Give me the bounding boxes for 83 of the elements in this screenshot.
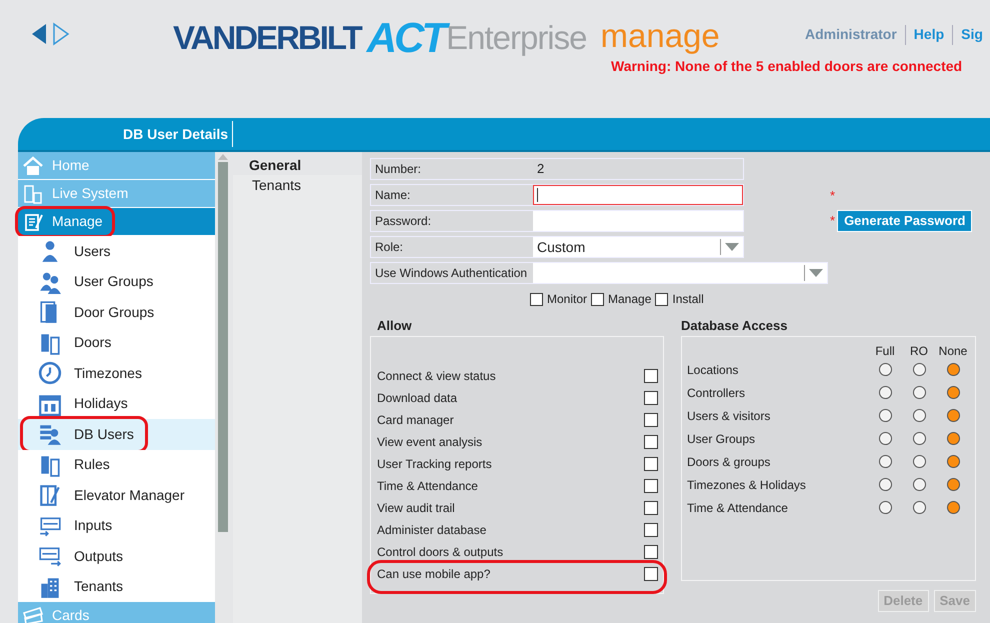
role-dropdown[interactable]: Custom bbox=[533, 237, 743, 257]
checkbox[interactable] bbox=[644, 479, 658, 493]
access-label: Time & Attendance bbox=[687, 500, 788, 516]
required-mark: * bbox=[830, 187, 836, 206]
checkbox[interactable] bbox=[591, 292, 604, 306]
back-arrow-icon[interactable] bbox=[30, 22, 48, 46]
radio-button[interactable] bbox=[946, 363, 960, 376]
pen-panel-icon bbox=[38, 483, 62, 508]
checkbox[interactable] bbox=[644, 457, 658, 471]
house-icon bbox=[22, 154, 44, 176]
checkbox-label: Manage bbox=[608, 291, 652, 308]
checkbox[interactable] bbox=[530, 292, 543, 306]
access-label: Users & visitors bbox=[687, 408, 770, 424]
radio-button[interactable] bbox=[878, 432, 892, 445]
dropdown-caret-icon bbox=[809, 269, 823, 277]
radio-button[interactable] bbox=[946, 409, 960, 422]
radio-button[interactable] bbox=[912, 478, 926, 491]
access-label: Controllers bbox=[687, 384, 746, 402]
permission-label: View audit trail bbox=[377, 500, 455, 517]
radio-button[interactable] bbox=[878, 409, 892, 422]
permission-label: Card manager bbox=[377, 412, 454, 429]
required-mark: * bbox=[830, 212, 836, 230]
access-label: User Groups bbox=[687, 430, 756, 448]
permission-label: User Tracking reports bbox=[377, 456, 492, 473]
name-field[interactable] bbox=[533, 185, 743, 205]
checkbox[interactable] bbox=[644, 391, 658, 405]
column-header: None bbox=[938, 343, 968, 358]
checkbox[interactable] bbox=[644, 545, 658, 559]
radio-button[interactable] bbox=[878, 363, 892, 376]
checkbox-label: Install bbox=[672, 291, 704, 308]
radio-button[interactable] bbox=[946, 386, 960, 399]
dropdown-caret-icon bbox=[725, 243, 739, 251]
section-title: Allow bbox=[376, 318, 413, 334]
checkbox[interactable] bbox=[644, 567, 658, 581]
permission-label: Connect & view status bbox=[377, 368, 496, 385]
column-header: Full bbox=[874, 343, 896, 358]
radio-button[interactable] bbox=[912, 363, 926, 376]
people-icon bbox=[38, 270, 62, 294]
sidebar-section[interactable]: Manage bbox=[18, 208, 215, 236]
radio-button[interactable] bbox=[878, 455, 892, 468]
clock-icon bbox=[38, 361, 62, 386]
checkbox-label: Monitor bbox=[547, 291, 588, 308]
access-label: Doors & groups bbox=[687, 454, 770, 470]
subnav-tab[interactable]: Tenants bbox=[233, 175, 362, 195]
checkbox[interactable] bbox=[655, 292, 668, 306]
radio-button[interactable] bbox=[912, 409, 926, 422]
radio-button[interactable] bbox=[912, 501, 926, 514]
access-label: Locations bbox=[687, 362, 738, 378]
access-label: Timezones & Holidays bbox=[687, 476, 806, 494]
permission-label: Can use mobile app? bbox=[377, 566, 490, 583]
sidebar-item[interactable]: Rules bbox=[18, 450, 215, 480]
checkbox[interactable] bbox=[644, 413, 658, 427]
number-value: 2 bbox=[536, 160, 544, 178]
radio-button[interactable] bbox=[912, 432, 926, 445]
permission-label: Time & Attendance bbox=[377, 478, 478, 495]
checkbox[interactable] bbox=[644, 523, 658, 537]
checkbox[interactable] bbox=[644, 501, 658, 515]
checkbox[interactable] bbox=[644, 435, 658, 449]
radio-button[interactable] bbox=[878, 501, 892, 514]
generate-password-button[interactable]: Generate Password bbox=[837, 210, 972, 232]
radio-button[interactable] bbox=[912, 386, 926, 399]
radio-button[interactable] bbox=[946, 478, 960, 491]
permission-label: Control doors & outputs bbox=[377, 544, 504, 561]
building-icon bbox=[22, 182, 44, 204]
brand-logo-text: VANDERBILT bbox=[173, 18, 361, 58]
section-title: Database Access bbox=[681, 318, 788, 334]
radio-button[interactable] bbox=[878, 386, 892, 399]
sidebar-item[interactable]: DB Users bbox=[18, 419, 215, 450]
radio-button[interactable] bbox=[912, 455, 926, 468]
radio-button[interactable] bbox=[946, 501, 960, 514]
checkbox[interactable] bbox=[644, 369, 658, 383]
page-title: DB User Details bbox=[123, 121, 234, 147]
cards-icon bbox=[22, 604, 44, 623]
column-header: RO bbox=[909, 343, 929, 358]
radio-button[interactable] bbox=[946, 455, 960, 468]
permission-label: Administer database bbox=[377, 522, 486, 539]
radio-button[interactable] bbox=[946, 432, 960, 445]
permission-label: View event analysis bbox=[377, 434, 482, 451]
subnav-tab[interactable]: General bbox=[230, 155, 362, 175]
module-logo-text: manage bbox=[600, 16, 720, 56]
radio-button[interactable] bbox=[878, 478, 892, 491]
warning-text: Warning: None of the 5 enabled doors are connected bbox=[611, 57, 962, 76]
permission-label: Download data bbox=[377, 390, 458, 407]
